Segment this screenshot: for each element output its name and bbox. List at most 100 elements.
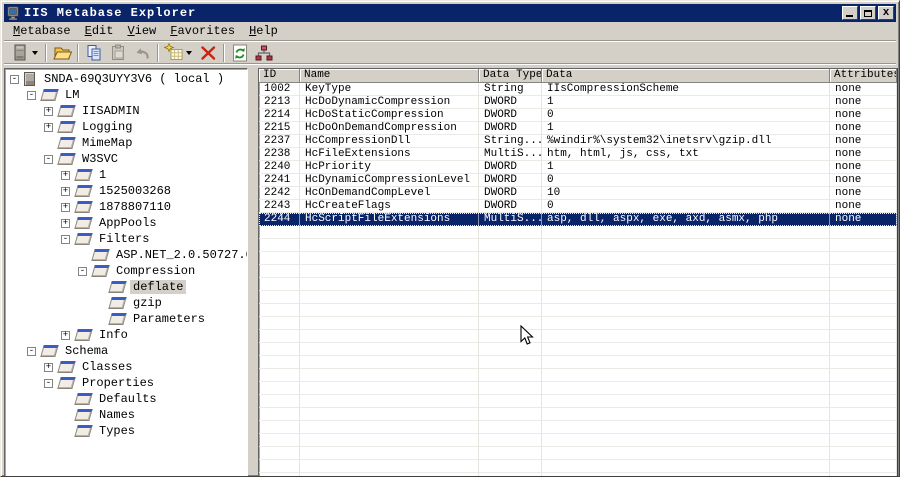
- tree-item-names[interactable]: Names: [5, 407, 247, 423]
- collapse-icon[interactable]: -: [27, 90, 36, 100]
- tree-item-parameters[interactable]: Parameters: [5, 311, 247, 327]
- property-row-1002[interactable]: 1002 KeyType String IIsCompressionScheme non…: [259, 83, 897, 96]
- menu-label-accel: E: [84, 24, 92, 38]
- tree-item-snda-69q3uyy3v6-local-[interactable]: - SNDA-69Q3UYY3V6 ( local ): [5, 71, 247, 87]
- column-header-data[interactable]: Data: [542, 69, 830, 83]
- tree-item-label[interactable]: Compression: [113, 264, 198, 278]
- column-header-name[interactable]: Name: [300, 69, 479, 83]
- collapse-icon[interactable]: -: [44, 154, 53, 164]
- collapse-icon[interactable]: -: [61, 234, 70, 244]
- expand-icon[interactable]: +: [44, 122, 53, 132]
- property-row-2241[interactable]: 2241 HcDynamicCompressionLevel DWORD 0 none: [259, 174, 897, 187]
- property-row-2215[interactable]: 2215 HcDoOnDemandCompression DWORD 1 none: [259, 122, 897, 135]
- tree-item-label[interactable]: Types: [96, 424, 138, 438]
- tree-item-label[interactable]: Classes: [79, 360, 135, 374]
- tree-item-defaults[interactable]: Defaults: [5, 391, 247, 407]
- property-row-2213[interactable]: 2213 HcDoDynamicCompression DWORD 1 none: [259, 96, 897, 109]
- expand-icon[interactable]: +: [61, 186, 70, 196]
- tree-item-label[interactable]: SNDA-69Q3UYY3V6 ( local ): [41, 72, 227, 86]
- tree-item-label[interactable]: IISADMIN: [79, 104, 143, 118]
- tree-item-asp-net-2-0-50727-0[interactable]: ASP.NET_2.0.50727.0: [5, 247, 247, 263]
- refresh-button[interactable]: [228, 43, 252, 63]
- minimize-button[interactable]: [842, 6, 858, 20]
- tree-item-label[interactable]: MimeMap: [79, 136, 135, 150]
- tree-item-filters[interactable]: - Filters: [5, 231, 247, 247]
- column-header-attributes[interactable]: Attributes: [830, 69, 897, 83]
- open-button[interactable]: [50, 43, 74, 63]
- property-row-2238[interactable]: 2238 HcFileExtensions MultiS... htm, html, …: [259, 148, 897, 161]
- copy-button[interactable]: [82, 43, 106, 63]
- property-row-2243[interactable]: 2243 HcCreateFlags DWORD 0 none: [259, 200, 897, 213]
- connect-server-dropdown-icon[interactable]: [32, 50, 38, 55]
- tree-item-label[interactable]: Defaults: [96, 392, 160, 406]
- expand-icon[interactable]: +: [61, 170, 70, 180]
- tree-item-label[interactable]: Names: [96, 408, 138, 422]
- tree-item-label[interactable]: Parameters: [130, 312, 208, 326]
- pane-splitter[interactable]: [248, 64, 258, 473]
- menu-metabase[interactable]: Metabase: [6, 23, 78, 39]
- maximize-button[interactable]: [860, 6, 876, 20]
- tree-item-label[interactable]: gzip: [130, 296, 165, 310]
- tree-item-label[interactable]: 1: [96, 168, 109, 182]
- expand-icon[interactable]: +: [44, 362, 53, 372]
- menu-edit[interactable]: Edit: [78, 23, 121, 39]
- collapse-icon[interactable]: -: [44, 378, 53, 388]
- property-row-2237[interactable]: 2237 HcCompressionDll String... %windir%\sy…: [259, 135, 897, 148]
- close-button[interactable]: x: [878, 6, 894, 20]
- view-tree-button[interactable]: [252, 43, 276, 63]
- tree-item-gzip[interactable]: gzip: [5, 295, 247, 311]
- tree-item-label[interactable]: AppPools: [96, 216, 160, 230]
- tree-item-classes[interactable]: + Classes: [5, 359, 247, 375]
- collapse-icon[interactable]: -: [78, 266, 87, 276]
- collapse-icon[interactable]: -: [27, 346, 36, 356]
- tree-item-schema[interactable]: - Schema: [5, 343, 247, 359]
- undo-button[interactable]: [130, 43, 154, 63]
- menu-favorites[interactable]: Favorites: [163, 23, 242, 39]
- tree-item-label[interactable]: Filters: [96, 232, 152, 246]
- property-row-2242[interactable]: 2242 HcOnDemandCompLevel DWORD 10 none: [259, 187, 897, 200]
- tree-item-label[interactable]: 1525003268: [96, 184, 174, 198]
- tree-item-compression[interactable]: - Compression: [5, 263, 247, 279]
- tree-item-properties[interactable]: - Properties: [5, 375, 247, 391]
- tree-item-label[interactable]: Schema: [62, 344, 111, 358]
- tree-item-lm[interactable]: - LM: [5, 87, 247, 103]
- expand-icon[interactable]: +: [61, 218, 70, 228]
- metabase-tree: - SNDA-69Q3UYY3V6 ( local ) - LM + IISADMIN + L…: [4, 68, 248, 476]
- tree-item-label[interactable]: W3SVC: [79, 152, 121, 166]
- tree-item-label[interactable]: 1878807110: [96, 200, 174, 214]
- tree-item-w3svc[interactable]: - W3SVC: [5, 151, 247, 167]
- connect-server-button[interactable]: [8, 43, 32, 63]
- tree-item-deflate[interactable]: deflate: [5, 279, 247, 295]
- new-key-dropdown-icon[interactable]: [186, 50, 192, 55]
- tree-item-label[interactable]: LM: [62, 88, 82, 102]
- tree-item-label[interactable]: Info: [96, 328, 131, 342]
- tree-item-label[interactable]: deflate: [130, 280, 187, 294]
- title-bar[interactable]: IIS Metabase Explorer x: [4, 4, 896, 22]
- column-header-id[interactable]: ID: [259, 69, 300, 83]
- property-row-2240[interactable]: 2240 HcPriority DWORD 1 none: [259, 161, 897, 174]
- tree-item-1878807110[interactable]: +1878807110: [5, 199, 247, 215]
- tree-item-types[interactable]: Types: [5, 423, 247, 439]
- tree-item-label[interactable]: Logging: [79, 120, 135, 134]
- tree-item-info[interactable]: + Info: [5, 327, 247, 343]
- expand-icon[interactable]: +: [61, 330, 70, 340]
- tree-item-label[interactable]: Properties: [79, 376, 157, 390]
- delete-button[interactable]: [196, 43, 220, 63]
- property-row-2214[interactable]: 2214 HcDoStaticCompression DWORD 0 none: [259, 109, 897, 122]
- tree-item-mimemap[interactable]: MimeMap: [5, 135, 247, 151]
- tree-item-apppools[interactable]: + AppPools: [5, 215, 247, 231]
- tree-item-iisadmin[interactable]: + IISADMIN: [5, 103, 247, 119]
- tree-item-1525003268[interactable]: +1525003268: [5, 183, 247, 199]
- expand-icon[interactable]: +: [44, 106, 53, 116]
- paste-button[interactable]: [106, 43, 130, 63]
- menu-help[interactable]: Help: [242, 23, 285, 39]
- tree-item-label[interactable]: ASP.NET_2.0.50727.0: [113, 248, 247, 262]
- expand-icon[interactable]: +: [61, 202, 70, 212]
- tree-item-1[interactable]: +1: [5, 167, 247, 183]
- property-row-2244[interactable]: 2244 HcScriptFileExtensions MultiS... asp, …: [259, 213, 897, 226]
- collapse-icon[interactable]: -: [10, 74, 19, 84]
- menu-view[interactable]: View: [120, 23, 163, 39]
- tree-item-logging[interactable]: + Logging: [5, 119, 247, 135]
- column-header-data-type[interactable]: Data Type: [479, 69, 542, 83]
- new-key-button[interactable]: [162, 42, 186, 63]
